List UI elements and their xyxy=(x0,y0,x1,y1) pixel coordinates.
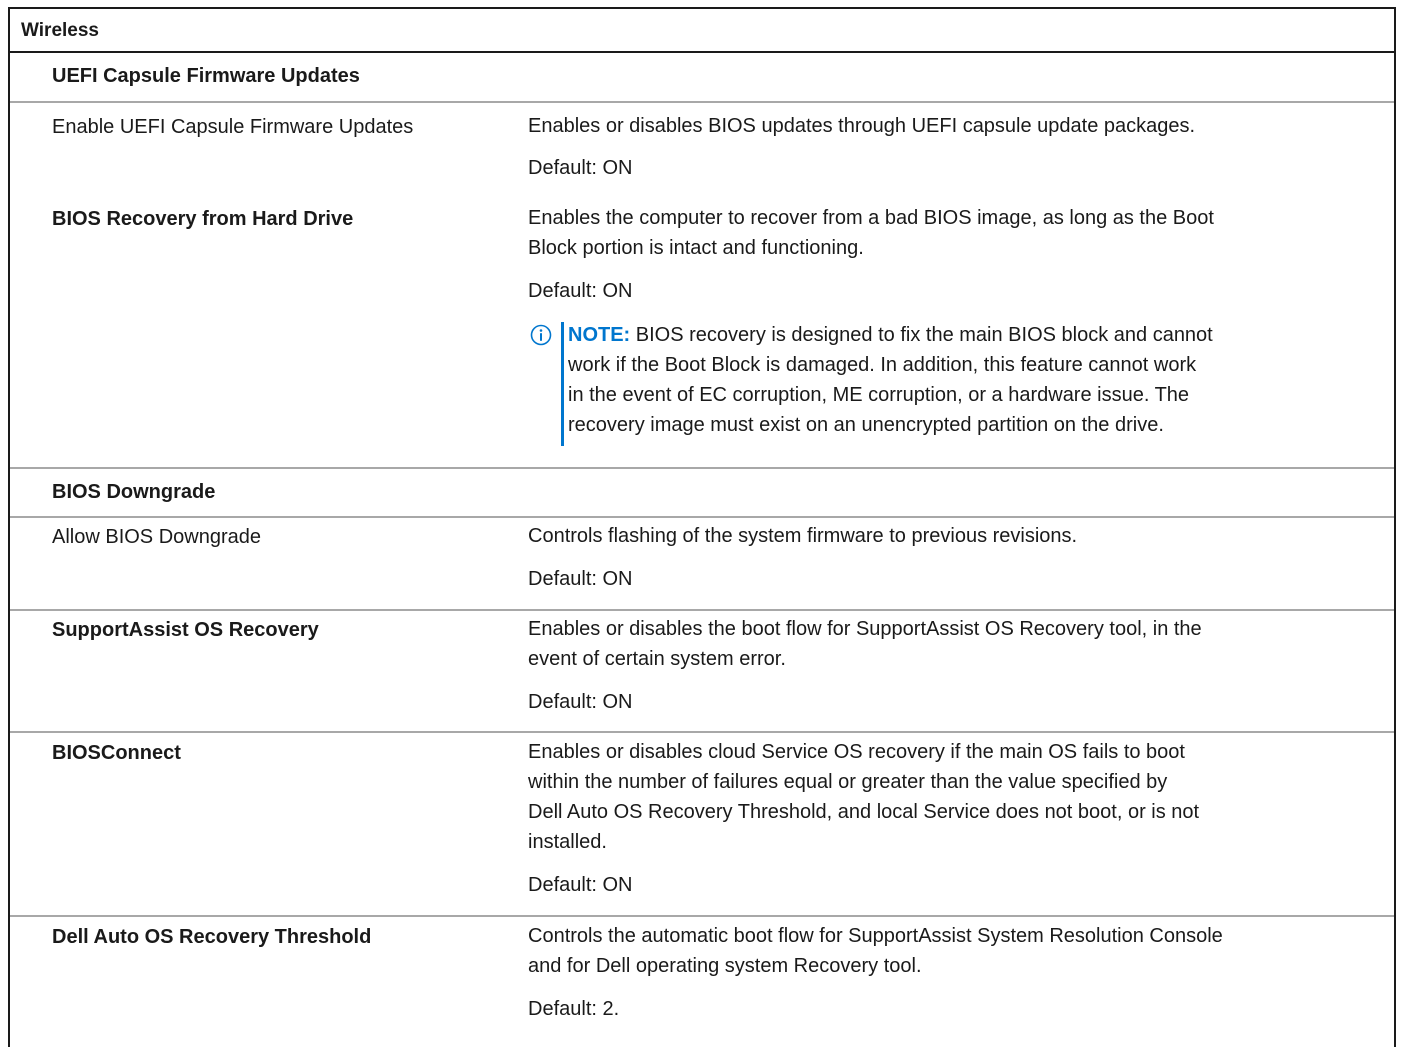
setting-description-supportassist-line2: event of certain system error. xyxy=(528,648,786,670)
note-keyword: NOTE: xyxy=(568,324,631,346)
section-header-downgrade: BIOS Downgrade xyxy=(52,481,216,503)
setting-description-uefi-enable: Enables or disables BIOS updates through… xyxy=(528,115,1196,137)
note-accent-bar xyxy=(561,322,564,446)
row-divider xyxy=(10,101,1394,103)
row-divider xyxy=(10,731,1394,733)
setting-default-threshold: Default: 2. xyxy=(528,998,620,1020)
row-divider xyxy=(10,609,1394,611)
setting-description-supportassist-line1: Enables or disables the boot flow for Su… xyxy=(528,618,1202,640)
note-line1: BIOS recovery is designed to fix the mai… xyxy=(630,324,1213,346)
table-title-row: Wireless xyxy=(10,9,1394,53)
table-title: Wireless xyxy=(21,20,99,41)
setting-description-biosconnect-line3: Dell Auto OS Recovery Threshold, and loc… xyxy=(528,801,1200,823)
setting-description-biosconnect-line4: installed. xyxy=(528,831,607,853)
note-line2: work if the Boot Block is damaged. In ad… xyxy=(568,354,1197,376)
info-circle-icon xyxy=(530,324,552,346)
setting-description-threshold-line2: and for Dell operating system Recovery t… xyxy=(528,955,922,977)
row-divider xyxy=(10,516,1394,518)
setting-default-supportassist: Default: ON xyxy=(528,691,633,713)
setting-label-allow-downgrade: Allow BIOS Downgrade xyxy=(52,526,261,548)
setting-label-supportassist: SupportAssist OS Recovery xyxy=(52,619,319,641)
note-line4: recovery image must exist on an unencryp… xyxy=(568,414,1164,436)
setting-default-allow-downgrade: Default: ON xyxy=(528,568,633,590)
setting-description-bios-recovery-line2: Block portion is intact and functioning. xyxy=(528,237,864,259)
row-divider xyxy=(10,915,1394,917)
setting-description-threshold-line1: Controls the automatic boot flow for Sup… xyxy=(528,925,1223,947)
setting-description-biosconnect-line2: within the number of failures equal or g… xyxy=(528,771,1168,793)
setting-description-bios-recovery-line1: Enables the computer to recover from a b… xyxy=(528,207,1214,229)
setting-default-bios-recovery: Default: ON xyxy=(528,280,633,302)
setting-label-biosconnect: BIOSConnect xyxy=(52,742,181,764)
setting-description-biosconnect-line1: Enables or disables cloud Service OS rec… xyxy=(528,741,1185,763)
note-text: NOTE: BIOS recovery is designed to fix t… xyxy=(568,320,1358,440)
section-header-uefi: UEFI Capsule Firmware Updates xyxy=(52,65,360,87)
note-line3: in the event of EC corruption, ME corrup… xyxy=(568,384,1190,406)
setting-label-uefi-enable: Enable UEFI Capsule Firmware Updates xyxy=(52,116,414,138)
setting-label-bios-recovery: BIOS Recovery from Hard Drive xyxy=(52,208,354,230)
row-divider xyxy=(10,467,1394,469)
setting-label-threshold: Dell Auto OS Recovery Threshold xyxy=(52,926,372,948)
setting-description-allow-downgrade: Controls flashing of the system firmware… xyxy=(528,525,1078,547)
setting-default-biosconnect: Default: ON xyxy=(528,874,633,896)
setting-default-uefi-enable: Default: ON xyxy=(528,157,633,179)
settings-table: Wireless UEFI Capsule Firmware Updates E… xyxy=(8,7,1396,1047)
